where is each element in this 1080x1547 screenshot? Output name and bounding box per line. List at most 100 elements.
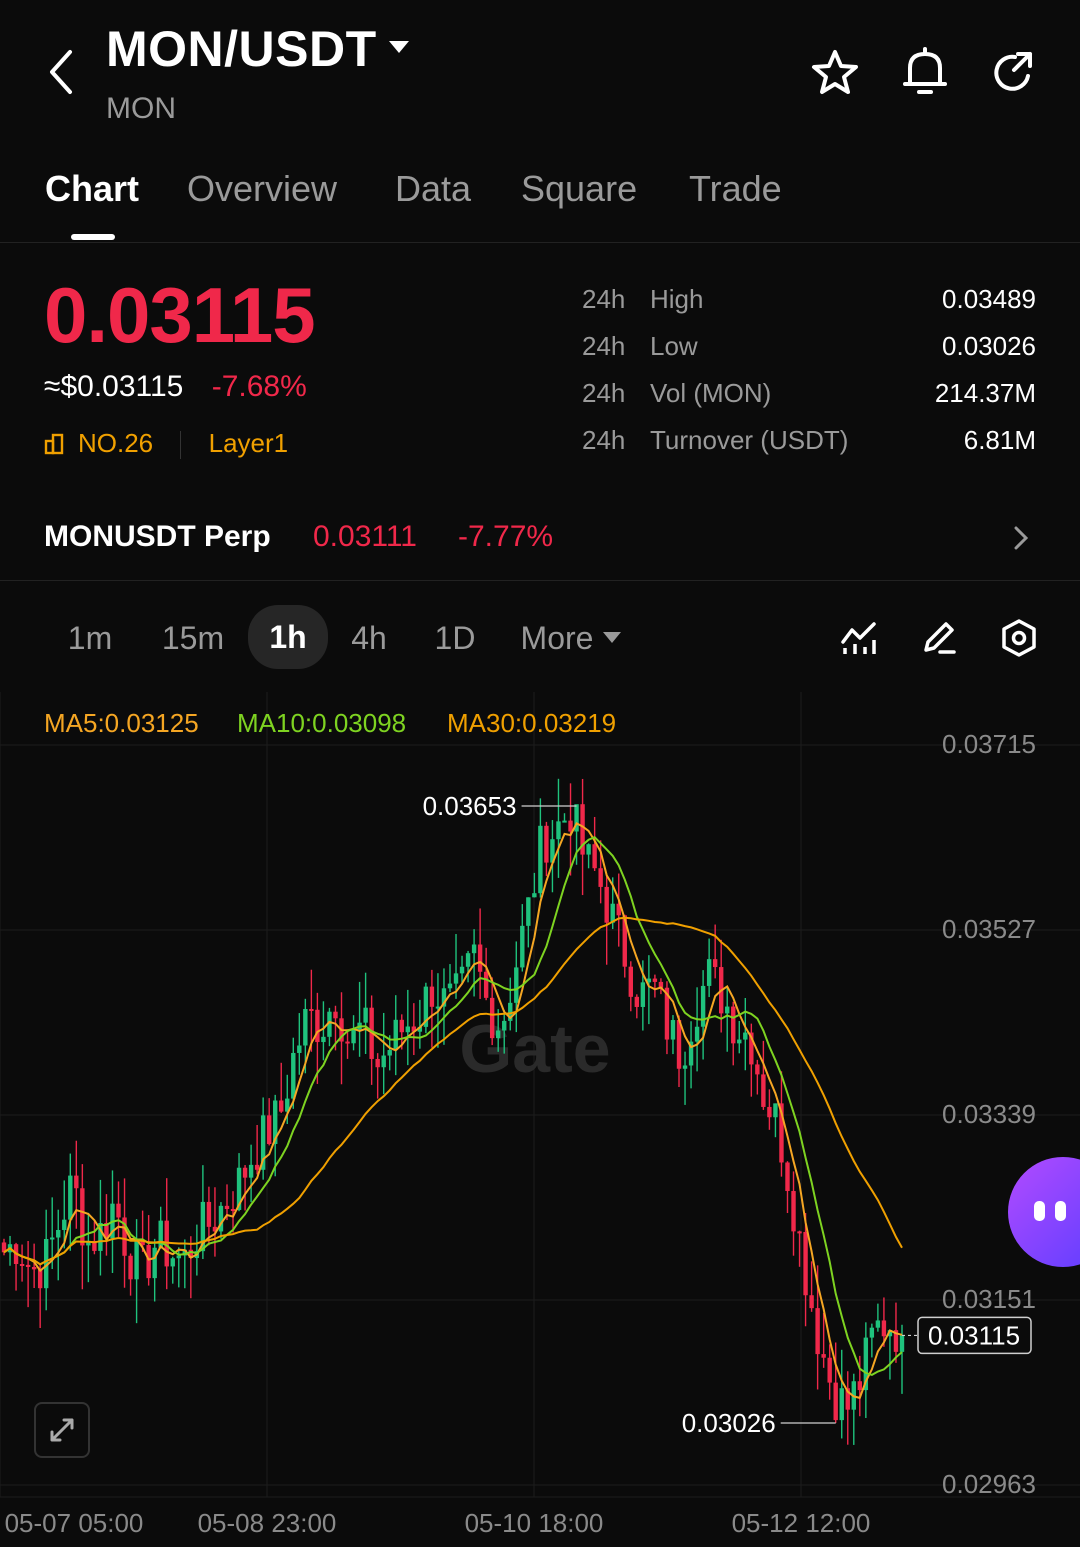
candle-body [538,825,543,894]
bell-icon [903,47,947,94]
candle-body [297,1045,302,1053]
pair-title: MON/USDT [106,21,377,77]
candle-body [459,966,465,974]
fullscreen-button[interactable] [34,1402,90,1458]
category-tag[interactable]: Layer1 [209,428,289,458]
candle-body [857,1381,863,1391]
candle-body [592,844,597,869]
indicator-icon[interactable] [840,620,878,656]
y-tick-label: 0.03527 [942,914,1036,944]
candle-body [345,1041,350,1044]
y-tick-label: 0.03151 [942,1284,1036,1314]
candle-body [785,1162,790,1192]
candle-body [19,1264,25,1267]
candle-body [230,1208,236,1211]
candle-body [562,820,567,823]
star-icon [812,50,858,94]
tab-square[interactable]: Square [521,168,637,210]
tab-chart[interactable]: Chart [45,168,139,210]
candle-body [791,1191,796,1232]
candle-body [453,973,459,984]
candle-body [176,1255,181,1259]
ma30-label: MA30:0.03219 [447,708,617,738]
candle-body [309,1008,314,1011]
candle-body [803,1231,808,1296]
candle-body [700,985,706,1027]
timeframe-bar: 1m 15m 1h 4h 1D More [0,600,1080,680]
candle-body [206,1201,212,1227]
perp-price: 0.03111 [313,520,417,553]
tf-1h[interactable]: 1h [248,605,328,669]
candle-body [387,1050,392,1056]
candle-body [68,1175,73,1220]
candle-body [676,1020,682,1069]
pair-selector[interactable]: MON/USDT [106,20,409,78]
candle-body [25,1264,31,1268]
candle-body [31,1267,37,1270]
perp-row[interactable]: MONUSDT Perp 0.03111 -7.77% [0,500,1080,581]
alert-button[interactable] [900,46,950,98]
candle-body [477,944,483,972]
candle-body [303,1008,308,1046]
candle-body [315,1009,320,1043]
candle-body [405,1026,410,1033]
ma10-label: MA10:0.03098 [237,708,407,738]
stat-low: 24h Low 0.03026 [582,331,1036,361]
candle-body [520,925,525,968]
draw-icon[interactable] [920,618,958,656]
candle-body [496,1030,501,1039]
candle-body [381,1055,386,1068]
back-button[interactable] [44,48,78,96]
stat-turnover: 24h Turnover (USDT) 6.81M [582,425,1036,455]
settings-icon[interactable] [1000,618,1038,658]
price-change: -7.68% [211,370,307,403]
price-chart[interactable]: Gate 0.03715 0.03527 0.03339 0.03151 0.02963… [0,692,1080,1547]
candle-body [634,996,640,1007]
tab-bar: Chart Overview Data Square Trade [0,160,1080,243]
tf-15m[interactable]: 15m [148,608,238,668]
candle-body [833,1382,838,1421]
candle-body [429,986,435,1007]
candle-body [586,844,591,855]
tab-data[interactable]: Data [395,168,471,210]
share-button[interactable] [988,48,1038,98]
candle-body [706,959,712,986]
tab-trade[interactable]: Trade [689,168,782,210]
y-tick-label: 0.03715 [942,729,1036,759]
tf-more[interactable]: More [506,608,636,668]
candle-body [399,1019,404,1033]
candle-body [544,825,549,863]
candle-body [393,1019,398,1051]
candle-body [628,966,633,997]
candlestick-chart[interactable]: Gate 0.03715 0.03527 0.03339 0.03151 0.02963… [0,692,1080,1547]
usd-price: ≈$0.03115 [44,370,184,403]
y-tick-label: 0.02963 [942,1469,1036,1499]
tf-4h[interactable]: 4h [334,608,404,668]
tf-1m[interactable]: 1m [50,608,130,668]
candle-body [755,1064,760,1075]
candle-body [242,1167,248,1178]
candle-body [694,1026,700,1042]
x-tick-label: 05-10 18:00 [465,1508,604,1538]
candle-body [254,1164,260,1170]
tf-1d[interactable]: 1D [420,608,490,668]
candle-body [291,1052,296,1099]
candle-body [333,1011,338,1019]
candle-body [598,868,603,887]
chevron-down-icon [388,40,409,53]
favorite-button[interactable] [810,48,860,98]
candle-body [737,1039,742,1044]
candle-body [279,1100,284,1112]
tab-overview[interactable]: Overview [187,168,337,210]
candle-body [815,1308,820,1355]
candle-body [568,820,573,832]
usd-price-row: ≈$0.03115 -7.68% [44,370,307,404]
candle-body [773,1103,778,1118]
rank-row[interactable]: NO.26 Layer1 [44,428,289,460]
candle-body [447,983,453,989]
candle-body [827,1357,832,1383]
x-tick-label: 05-07 05:00 [5,1508,144,1538]
candle-body [471,944,477,954]
perp-name: MONUSDT Perp [44,520,271,553]
candle-body [875,1320,881,1328]
